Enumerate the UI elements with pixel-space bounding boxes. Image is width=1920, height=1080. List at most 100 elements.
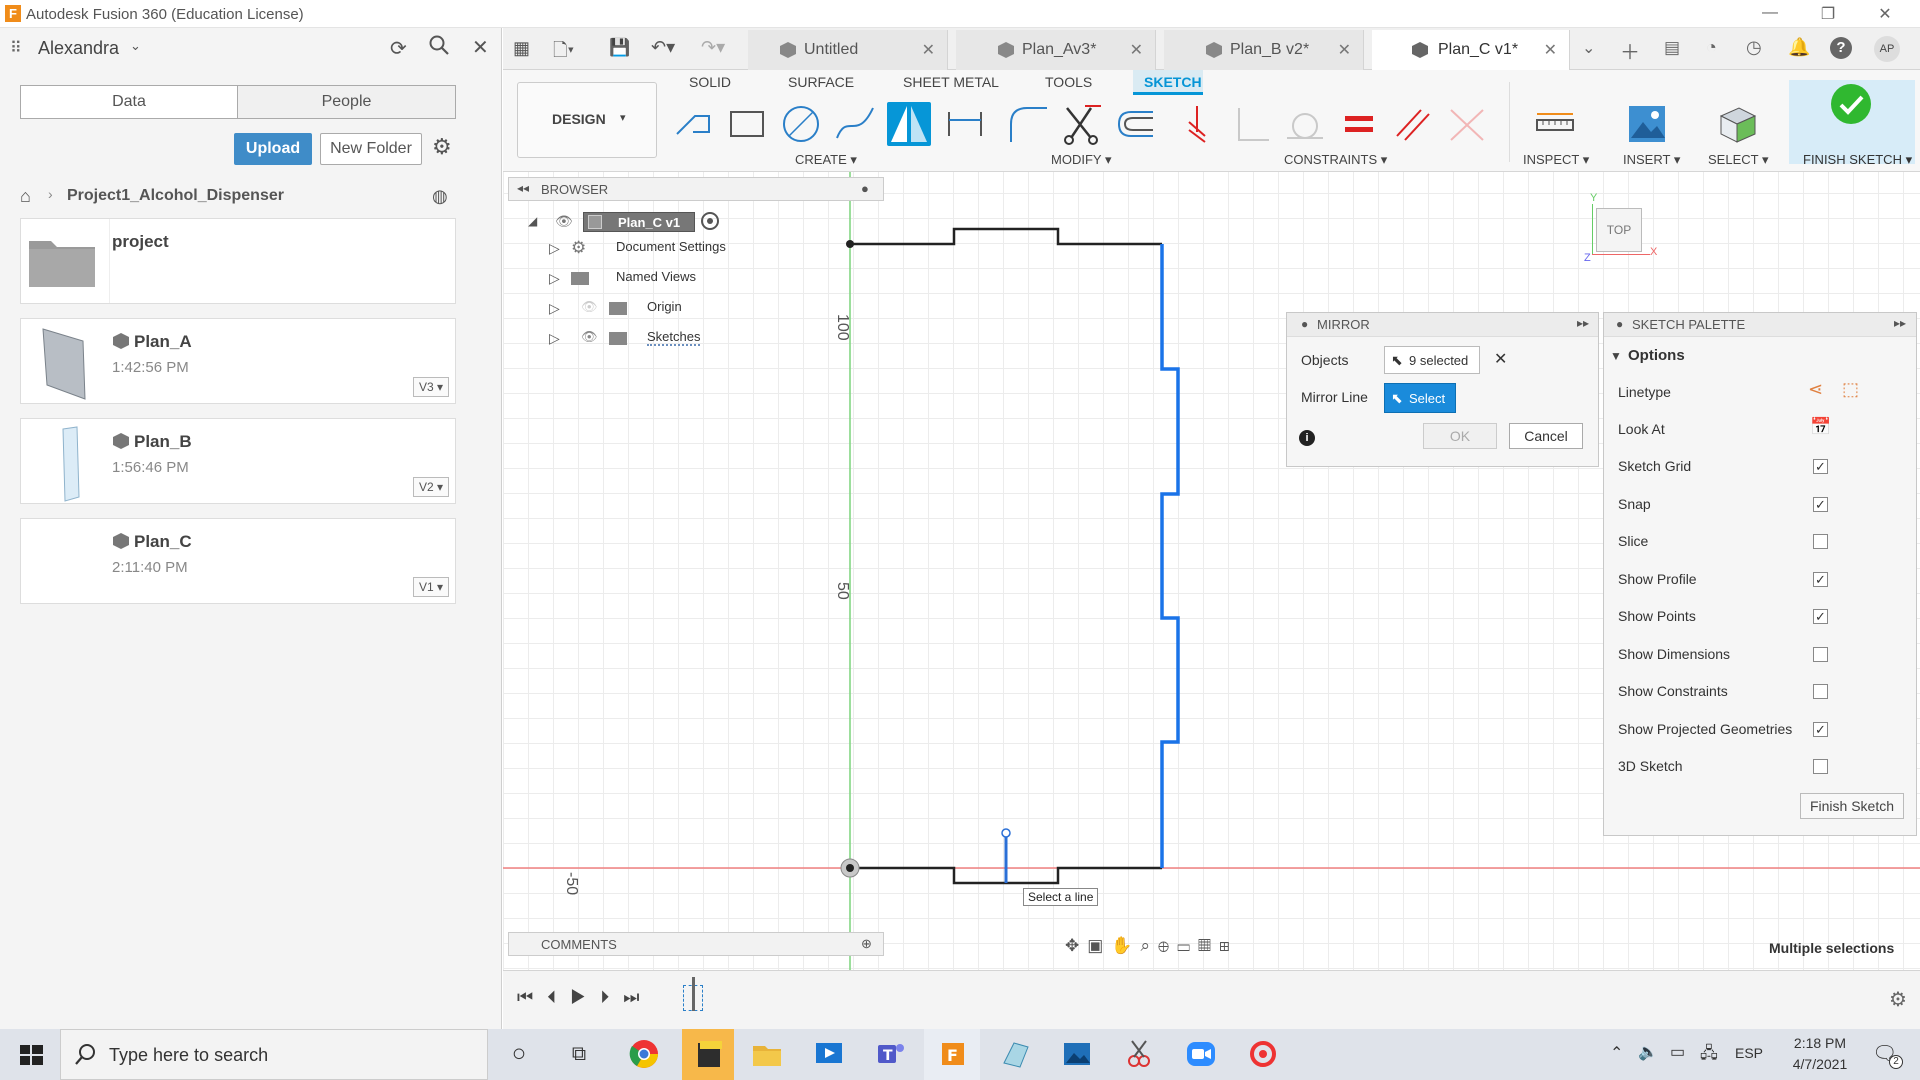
job-status-icon[interactable]: ◷ [1746,37,1762,58]
undo-icon[interactable]: ↶▾ [651,37,675,58]
new-folder-button[interactable]: New Folder [320,133,422,165]
perpendicular-constraint-icon[interactable] [1229,102,1273,146]
fusion-360-icon[interactable]: F [936,1037,970,1071]
go-to-start-icon[interactable]: ⏮ [517,987,547,1007]
trim-scissors-icon[interactable] [1059,102,1103,146]
zoom-window-icon[interactable]: ⊕ [1158,936,1177,955]
snipping-tool-icon[interactable] [1122,1037,1156,1071]
group-create[interactable]: CREATE ▾ [795,152,857,168]
chevron-down-icon[interactable]: ⌄ [130,38,141,54]
measure-icon[interactable] [1533,102,1577,146]
zoom-icon[interactable]: ⌕ [1140,936,1158,955]
rectangle-tool-icon[interactable] [725,102,769,146]
new-tab-icon[interactable]: ＋ [1620,36,1640,65]
dimension-tool-icon[interactable] [943,102,987,146]
add-comment-icon[interactable]: ⊕ [861,936,872,952]
file-explorer-icon[interactable] [750,1037,784,1071]
search-icon[interactable] [428,34,450,56]
doc-tab-untitled[interactable]: Untitled ✕ [748,30,948,70]
browser-node-named-views[interactable]: Named Views [616,269,696,284]
mirror-line-select-button[interactable]: ⬉ Select [1384,383,1456,413]
grid-settings-icon[interactable]: ▦ [1198,936,1219,955]
step-forward-icon[interactable]: ⏵ [600,987,623,1007]
step-back-icon[interactable]: ⏴ [547,987,570,1007]
group-inspect[interactable]: INSPECT ▾ [1523,152,1589,168]
breadcrumb[interactable]: Project1_Alcohol_Dispenser [67,187,284,205]
coincident-constraint-icon[interactable] [1175,102,1219,146]
view-cube[interactable]: Y X Z TOP [1584,192,1657,266]
eye-icon[interactable]: 👁 [555,213,573,230]
upload-button[interactable]: Upload [234,133,312,165]
objects-selection-field[interactable]: ⬉ 9 selected [1384,346,1480,374]
parallel-constraint-icon[interactable] [1391,102,1435,146]
close-tab-icon[interactable]: ✕ [1130,40,1143,60]
doc-tab-plan-b[interactable]: Plan_B v2* ✕ [1164,30,1364,70]
battery-icon[interactable]: ▭ [1670,1042,1685,1062]
group-insert[interactable]: INSERT ▾ [1623,152,1680,168]
insert-image-icon[interactable] [1625,102,1669,146]
sticky-notes-icon[interactable] [692,1037,726,1071]
close-tab-icon[interactable]: ✕ [1338,40,1351,60]
offset-tool-icon[interactable] [1113,102,1157,146]
list-item-plan-c[interactable]: Plan_C 2:11:40 PM V1 ▾ [20,518,456,604]
task-view-icon[interactable]: ⧉ [562,1037,596,1071]
go-to-end-icon[interactable]: ⏭ [623,987,653,1007]
look-at-icon[interactable]: 📅 [1810,417,1831,437]
version-dropdown[interactable]: V2 ▾ [413,477,449,497]
restore-icon[interactable]: ❐ [1813,4,1843,24]
tangent-constraint-icon[interactable] [1283,102,1327,146]
fillet-tool-icon[interactable] [1005,102,1049,146]
group-select[interactable]: SELECT ▾ [1708,152,1768,168]
tab-solid[interactable]: SOLID [689,74,731,90]
expand-palette-icon[interactable]: ▸▸ [1894,316,1906,330]
cortana-icon[interactable]: ○ [502,1037,536,1071]
list-item-project-folder[interactable]: project [20,218,456,304]
close-panel-icon[interactable]: ✕ [472,35,489,60]
collapse-palette-icon[interactable]: ● [1616,317,1623,331]
cancel-button[interactable]: Cancel [1509,423,1583,449]
teams-icon[interactable]: T [874,1037,908,1071]
browser-options-icon[interactable]: ● [861,181,869,196]
ok-button[interactable]: OK [1423,423,1497,449]
orbit-icon[interactable]: ✥ [1065,936,1087,955]
chrome-icon[interactable] [627,1037,661,1071]
volume-icon[interactable]: 🔈 [1638,1042,1658,1062]
workspace-switcher[interactable]: DESIGN ▾ [517,82,657,158]
centerline-linetype-icon[interactable]: ⬚ [1842,379,1859,400]
tree-expand-icon[interactable]: ▷ [549,330,560,347]
show-hidden-icons-icon[interactable]: ⌃ [1610,1043,1623,1063]
globe-icon[interactable]: ◍ [432,186,448,207]
select-box-icon[interactable] [1715,102,1759,146]
play-icon[interactable]: ▶ [570,987,600,1007]
sketch-palette-header[interactable]: ● SKETCH PALETTE ▸▸ [1604,313,1916,337]
photos-icon[interactable] [1060,1037,1094,1071]
info-icon[interactable]: i [1299,430,1315,446]
network-icon[interactable]: 🖧 [1700,1042,1718,1069]
paint-3d-icon[interactable] [1246,1037,1280,1071]
help-icon[interactable]: ? [1830,37,1852,59]
group-constraints[interactable]: CONSTRAINTS ▾ [1284,152,1387,168]
notifications-bell-icon[interactable]: 🔔 [1788,37,1810,58]
doc-tab-plan-c[interactable]: Plan_C v1* ✕ [1372,30,1570,71]
browser-node-origin[interactable]: Origin [647,299,682,314]
tab-surface[interactable]: SURFACE [788,74,854,90]
tree-expand-icon[interactable]: ▷ [549,240,560,257]
line-tool-icon[interactable] [671,102,715,146]
eye-icon[interactable]: 👁 [581,329,598,345]
settings-gear-icon[interactable]: ⚙ [432,134,452,160]
mirror-dialog-header[interactable]: ● MIRROR ▸▸ [1287,313,1598,337]
options-section-title[interactable]: Options [1628,347,1685,364]
finish-sketch-button[interactable]: Finish Sketch [1800,793,1904,819]
hidden-eye-icon[interactable]: 👁 [581,299,598,315]
equal-constraint-icon[interactable] [1337,102,1381,146]
palette-option-checkbox[interactable] [1813,684,1828,699]
palette-option-checkbox[interactable]: ✓ [1813,721,1828,737]
palette-option-checkbox[interactable] [1813,759,1828,774]
close-tab-icon[interactable]: ✕ [1544,40,1557,60]
version-dropdown[interactable]: V3 ▾ [413,377,449,397]
tree-expand-icon[interactable]: ▷ [549,270,560,287]
version-dropdown[interactable]: V1 ▾ [413,577,449,597]
look-at-icon[interactable]: ▣ [1087,936,1111,955]
palette-option-checkbox[interactable]: ✓ [1813,609,1828,624]
timeline-marker[interactable] [692,977,695,1011]
